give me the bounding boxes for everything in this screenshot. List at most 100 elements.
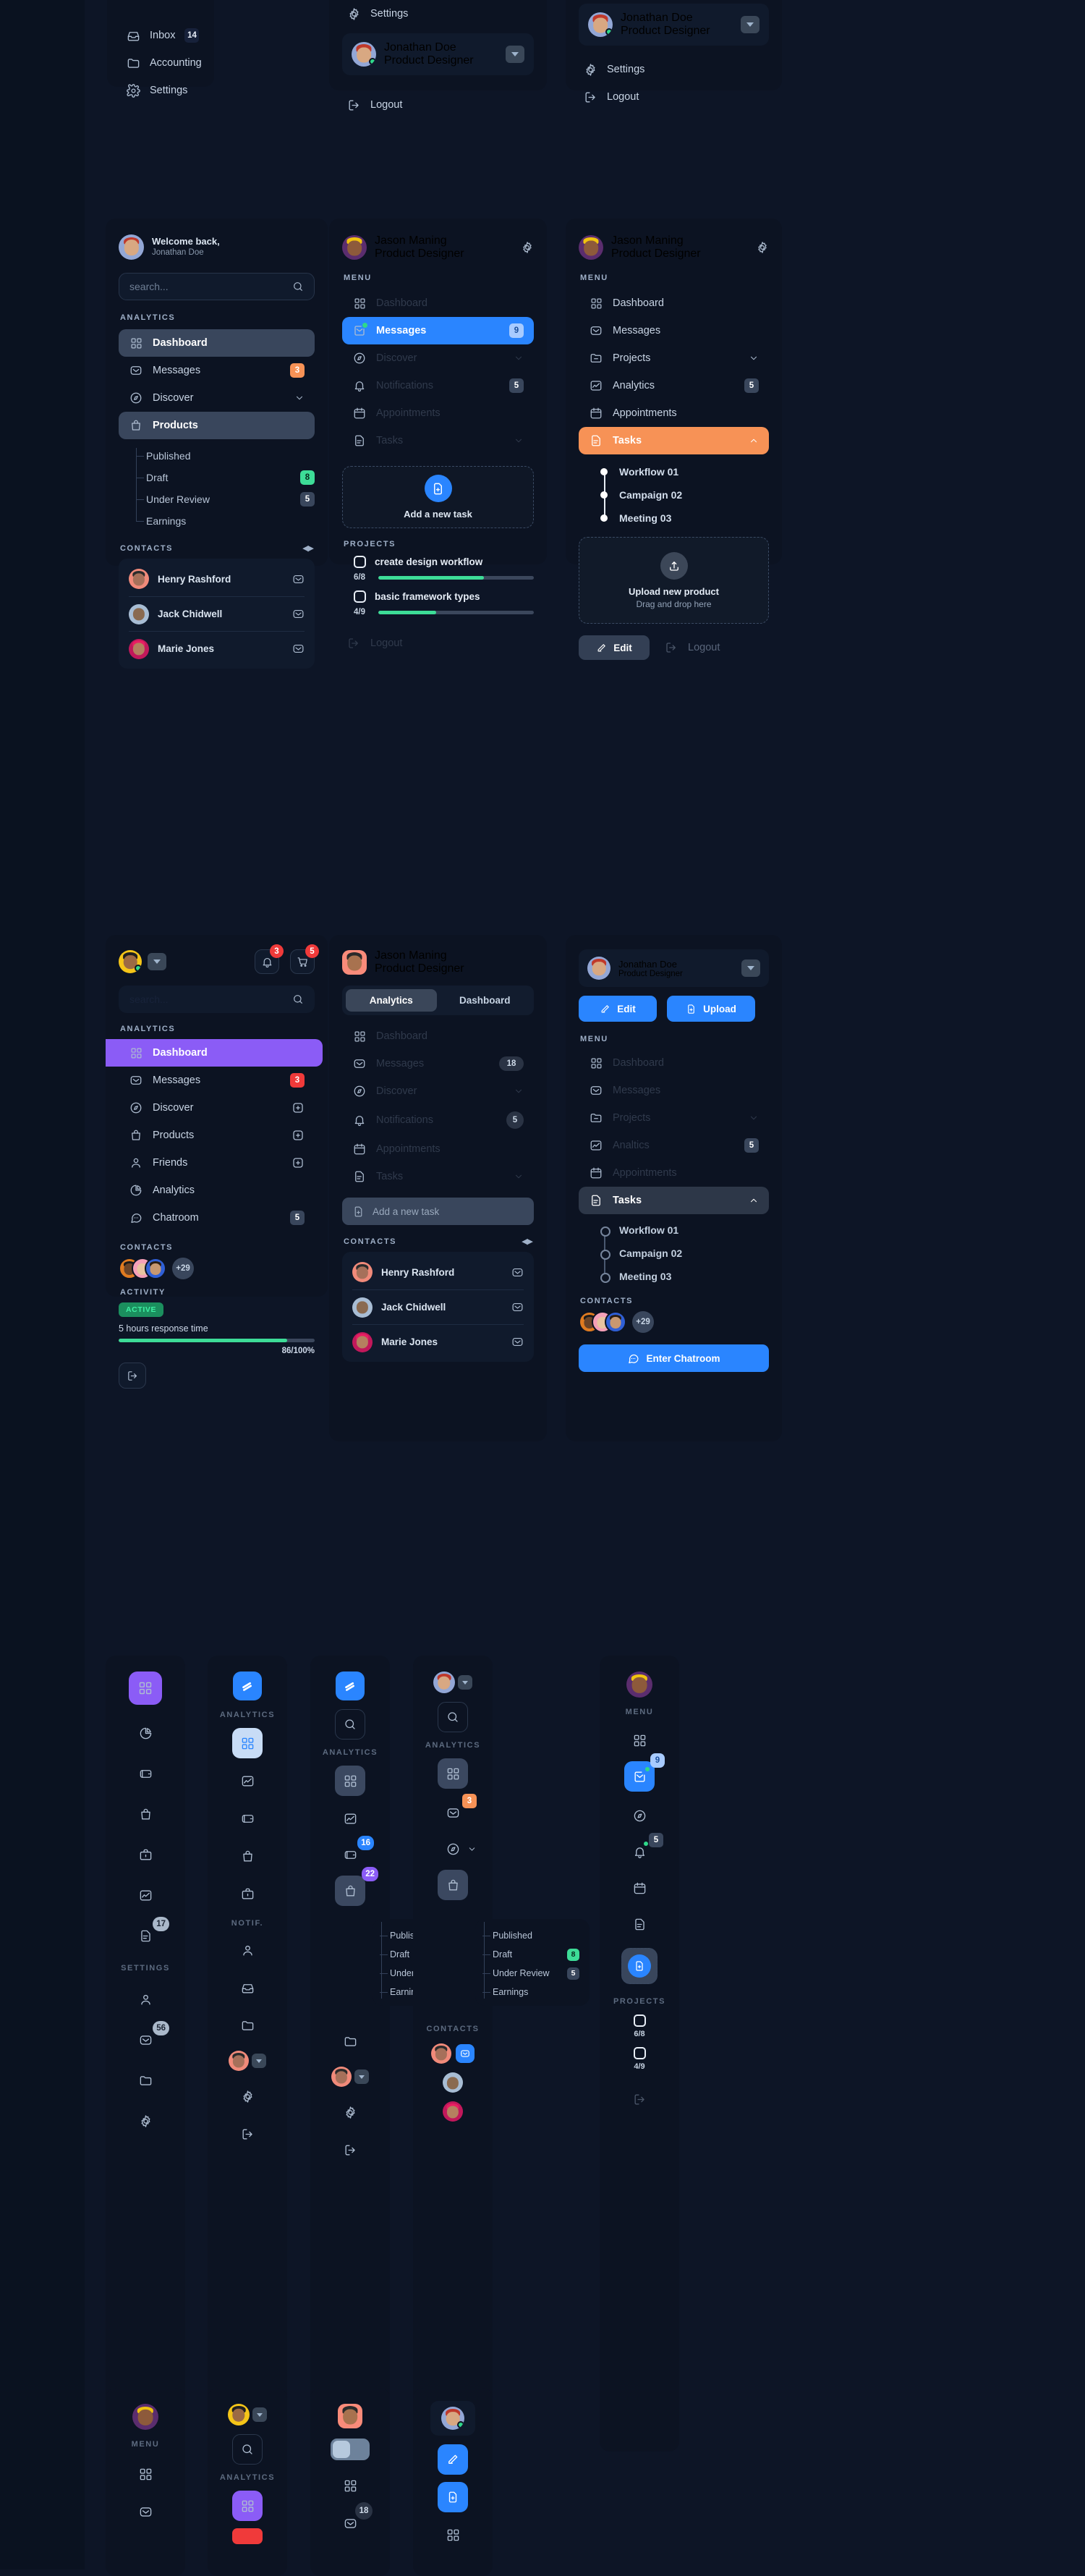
plus-box-icon[interactable] — [292, 1101, 305, 1114]
toggle-switch[interactable] — [331, 2439, 370, 2460]
nav-item-logout[interactable]: Logout — [664, 640, 720, 655]
nav-item-tasks[interactable]: Tasks — [579, 1187, 769, 1214]
rail-item-dashboard[interactable] — [627, 1728, 652, 1753]
edit-button[interactable]: Edit — [579, 635, 650, 660]
checkbox[interactable] — [354, 556, 366, 568]
checkbox[interactable] — [633, 2014, 646, 2027]
rail-item-dashboard[interactable] — [129, 1672, 162, 1705]
subtask-item[interactable]: Meeting 03 — [600, 1268, 769, 1285]
rail-item-discover[interactable] — [441, 1836, 475, 1861]
add-task-button[interactable]: Add a new task — [342, 1198, 534, 1225]
logout-button[interactable] — [119, 1363, 146, 1389]
nav-item-appointments[interactable]: Appointments — [579, 1159, 769, 1187]
nav-item-products[interactable]: Products — [119, 1122, 315, 1149]
list-item[interactable]: Jack Chidwell — [352, 1289, 524, 1324]
avatar[interactable] — [443, 2072, 463, 2093]
rail-item-settings[interactable] — [338, 2100, 362, 2124]
nav-item-discover[interactable]: Discover — [342, 1077, 534, 1105]
nav-item-dashboard[interactable]: Dashboard — [342, 289, 534, 317]
nav-item-discover[interactable]: Discover — [119, 1094, 315, 1122]
rail-item-dashboard[interactable] — [338, 2473, 362, 2498]
nav-item-appointments[interactable]: Appointments — [342, 399, 534, 427]
nav-item-inbox[interactable]: Inbox 14 — [120, 22, 201, 49]
rail-item-user[interactable] — [133, 1987, 158, 2012]
rail-item-chart[interactable] — [133, 1883, 158, 1907]
list-item[interactable]: Marie Jones — [352, 1324, 524, 1359]
project-item[interactable]: basic framework types 4/9 — [342, 590, 534, 617]
search-input[interactable]: search... — [119, 273, 315, 300]
rail-item-settings[interactable] — [235, 2084, 260, 2109]
nav-item-notifications[interactable]: Notifications 5 — [342, 1105, 534, 1135]
add-task-button[interactable] — [424, 475, 452, 502]
nav-item-dashboard[interactable]: Dashboard — [119, 329, 315, 357]
tab-analytics[interactable]: Analytics — [346, 989, 437, 1012]
rail-item-mail[interactable]: 56 — [133, 2021, 169, 2052]
nav-item-messages[interactable]: Messages 3 — [119, 1067, 315, 1094]
avatar[interactable] — [338, 2404, 362, 2428]
tree-item[interactable]: Earnings — [482, 1983, 579, 2001]
nav-item-settings[interactable]: Settings — [342, 0, 534, 27]
upload-button[interactable] — [660, 551, 688, 580]
rail-item-logout[interactable] — [627, 2087, 652, 2111]
nav-item-logout[interactable]: Logout — [342, 630, 534, 657]
subtask-item[interactable]: Campaign 02 — [600, 1245, 769, 1262]
rail-item-wallet[interactable] — [133, 1761, 158, 1786]
rail-item-folder[interactable] — [133, 2068, 158, 2093]
rail-item-messages[interactable]: 18 — [338, 2502, 373, 2535]
upload-button[interactable]: Upload — [667, 996, 755, 1022]
rail-item-briefcase[interactable] — [235, 1881, 260, 1906]
chevron-down-icon[interactable] — [741, 16, 760, 33]
rail-item-folder[interactable] — [338, 2029, 362, 2054]
subtask-item[interactable]: Campaign 02 — [600, 486, 769, 504]
tree-item[interactable]: Draft 8 — [136, 467, 315, 488]
contacts-avatar-stack[interactable] — [579, 1311, 626, 1333]
tree-item[interactable]: Published — [136, 445, 315, 467]
gear-icon[interactable] — [756, 241, 769, 254]
nav-item-chatroom[interactable]: Chatroom 5 — [119, 1204, 315, 1232]
nav-item-tasks[interactable]: Tasks — [579, 427, 769, 454]
profile-chip[interactable] — [430, 2401, 475, 2436]
nav-item-projects[interactable]: Projects — [579, 1104, 769, 1132]
avatar[interactable] — [443, 2101, 463, 2122]
nav-item-appointments[interactable]: Appointments — [579, 399, 769, 427]
avatar[interactable] — [132, 2404, 158, 2430]
tree-item[interactable]: Earnings — [136, 510, 315, 532]
nav-item-products[interactable]: Products — [119, 412, 315, 439]
nav-item-messages[interactable]: Messages 18 — [342, 1050, 534, 1077]
cart-button[interactable]: 5 — [290, 944, 319, 974]
nav-item-logout[interactable]: Logout — [579, 83, 769, 111]
app-logo[interactable] — [336, 1672, 365, 1700]
nav-item-tasks[interactable]: Tasks — [342, 427, 534, 454]
rail-item-messages[interactable]: 3 — [441, 1794, 477, 1825]
profile-chip[interactable]: Jonathan Doe Product Designer — [579, 4, 769, 46]
search-button[interactable] — [335, 1709, 365, 1740]
rail-item-dashboard[interactable] — [335, 1766, 365, 1796]
rail-item-chart[interactable] — [235, 1768, 260, 1793]
add-task-dropzone[interactable] — [621, 1948, 658, 1984]
chevron-down-icon[interactable] — [148, 953, 166, 970]
checkbox[interactable] — [633, 2047, 646, 2059]
contacts-avatar-stack[interactable] — [119, 1258, 166, 1279]
nav-item-notifications[interactable]: Notifications 5 — [342, 372, 534, 399]
nav-item-dashboard[interactable]: Dashboard — [579, 1049, 769, 1077]
nav-item-dashboard[interactable]: Dashboard — [579, 289, 769, 317]
rail-item-products[interactable] — [133, 1802, 158, 1826]
nav-item-messages[interactable]: Messages — [579, 317, 769, 344]
nav-item-analytics[interactable]: Analytics 5 — [579, 372, 769, 399]
chevron-down-icon[interactable] — [506, 46, 524, 63]
avatar[interactable] — [331, 2067, 352, 2087]
list-item[interactable]: Jack Chidwell — [129, 596, 305, 631]
nav-item-tasks[interactable]: Tasks — [342, 1163, 534, 1190]
rail-item-dashboard[interactable] — [441, 2522, 465, 2547]
rail-item-notifications[interactable]: 5 — [627, 1833, 663, 1864]
rail-item-logout[interactable] — [235, 2122, 260, 2146]
rail-item-appointments[interactable] — [627, 1876, 652, 1900]
nav-item-logout[interactable]: Logout — [342, 91, 534, 119]
rail-item-products[interactable] — [235, 1844, 260, 1868]
search-button[interactable] — [232, 2434, 263, 2465]
add-task-button[interactable] — [628, 1954, 651, 1978]
rail-item-logout[interactable] — [338, 2138, 362, 2162]
avatar[interactable] — [626, 1672, 652, 1698]
nav-item-accounting[interactable]: Accounting — [120, 49, 202, 77]
chevron-down-icon[interactable] — [354, 2069, 369, 2084]
